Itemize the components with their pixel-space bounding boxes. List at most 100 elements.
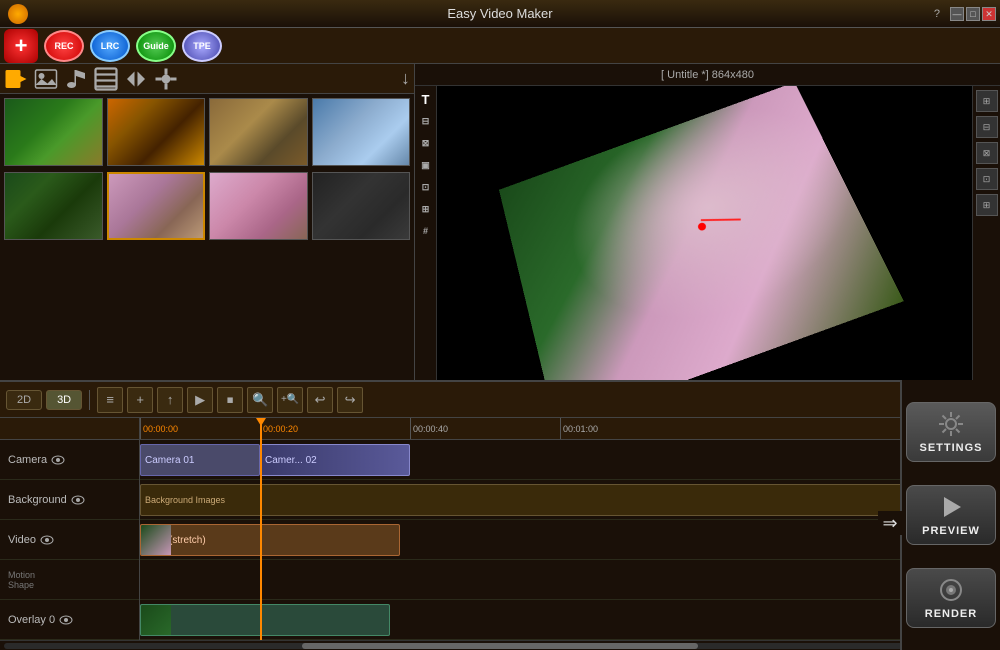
render-icon [937,576,965,604]
video-visibility-toggle[interactable] [40,533,54,547]
render-button[interactable]: RENDER [906,568,996,628]
preview-title: [ Untitle *] 864x480 [415,64,1000,86]
background-label: Background [8,494,67,506]
tl-stop-button[interactable]: ⏹ [217,387,243,413]
preview-play-icon [937,493,965,521]
preview-button[interactable]: PREVIEW [906,485,996,545]
tl-undo-button[interactable]: ↩ [307,387,333,413]
settings-label: SETTINGS [919,442,982,454]
align-right-button[interactable]: ▣ [417,156,435,174]
minimize-button[interactable]: — [950,7,964,21]
ruler-mark-60: 00:01:00 [560,418,598,439]
grid-view-1-button[interactable]: ⊞ [976,90,998,112]
media-photo-btn[interactable] [34,67,58,91]
lrc-button[interactable]: LRC [90,30,130,62]
tl-zoom-in-button[interactable]: +🔍 [277,387,303,413]
thumbnail-item[interactable] [209,172,308,240]
tpe-button[interactable]: TPE [182,30,222,62]
media-image-btn[interactable] [94,67,118,91]
media-transition-btn[interactable] [124,67,148,91]
close-button[interactable]: ✕ [982,7,996,21]
overlay0-clip[interactable] [140,604,390,636]
thumbnail-item[interactable] [209,98,308,166]
ruler-mark-0: 00:00:00 [140,418,178,439]
thumbnail-item[interactable] [4,98,103,166]
tracking-line [701,218,741,221]
track-content[interactable]: 00:00:00 00:00:20 00:00:40 00:01:00 Came… [140,418,1000,640]
background-clip[interactable]: Background Images [140,484,992,516]
media-video-btn[interactable] [4,67,28,91]
preview-label: PREVIEW [922,525,980,537]
background-visibility-toggle[interactable] [71,493,85,507]
media-audio-btn[interactable] [64,67,88,91]
app-logo [8,4,28,24]
overlay0-track-row [140,600,1000,640]
video-clip-thumb [141,525,171,556]
thumbnail-item[interactable] [312,172,411,240]
preview-title-text: [ Untitle *] 864x480 [661,69,754,81]
align-bottom-button[interactable]: ⊞ [417,200,435,218]
scrollbar-thumb[interactable] [302,643,699,649]
video-clip[interactable]: (stretch) [140,524,400,556]
tl-play-button[interactable]: ▶ [187,387,213,413]
ruler-corner [0,418,139,440]
tl-add-button[interactable]: + [127,387,153,413]
preview-video-display [499,86,904,428]
text-tool-button[interactable]: T [417,90,435,108]
add-button[interactable]: + [4,29,38,63]
thumbnail-item[interactable] [4,172,103,240]
thumbnail-item[interactable] [107,98,206,166]
align-center-button[interactable]: ⊠ [417,134,435,152]
time-ruler: 00:00:00 00:00:20 00:00:40 00:01:00 [140,418,1000,440]
media-plugin-btn[interactable] [154,67,178,91]
overlay0-visibility-toggle[interactable] [59,613,73,627]
grid-view-2-button[interactable]: ⊟ [976,116,998,138]
thumbnail-item-selected[interactable] [107,172,206,240]
mode-2d-button[interactable]: 2D [6,390,42,410]
tl-zoom-out-button[interactable]: 🔍 [247,387,273,413]
shape-label: Shape [8,580,35,590]
track-labels: Camera Background Video [0,418,140,640]
toolbar-separator [89,390,90,410]
align-top-button[interactable]: ⊡ [417,178,435,196]
track-label-overlay0: Overlay 0 [0,600,139,640]
tl-list-button[interactable]: ≡ [97,387,123,413]
tl-upload-button[interactable]: ↑ [157,387,183,413]
guide-button[interactable]: Guide [136,30,176,62]
motion-shape-label-col: Motion Shape [8,570,35,590]
grid-view-5-button[interactable]: ⊞ [976,194,998,216]
maximize-button[interactable]: □ [966,7,980,21]
grid-view-3-button[interactable]: ⊠ [976,142,998,164]
camera-clip-1[interactable]: Camera 01 [140,444,260,476]
download-button[interactable]: ↓ [401,68,410,89]
video-track-row: (stretch) [140,520,1000,560]
preview-video-inner [499,86,904,428]
ruler-mark-20: 00:00:20 [260,418,298,439]
camera-visibility-toggle[interactable] [51,453,65,467]
background-track-row: Background Images [140,480,1000,520]
track-label-camera: Camera [0,440,139,480]
timeline-scrollbar[interactable] [0,640,1000,650]
settings-button[interactable]: SETTINGS [906,402,996,462]
timeline-body: Camera Background Video [0,418,1000,640]
track-label-background: Background [0,480,139,520]
scrollbar-track[interactable] [4,643,996,649]
motion-shape-track-row [140,560,1000,600]
grid-button[interactable]: # [417,222,435,240]
overlay0-label: Overlay 0 [8,614,55,626]
ruler-mark-40: 00:00:40 [410,418,448,439]
camera-track-row: Camera 01 Camer... 02 [140,440,1000,480]
overlay0-clip-thumb [141,605,171,636]
tl-redo-button[interactable]: ↪ [337,387,363,413]
camera-label: Camera [8,454,47,466]
grid-view-4-button[interactable]: ⊡ [976,168,998,190]
thumbnail-item[interactable] [312,98,411,166]
rec-button[interactable]: REC [44,30,84,62]
camera-clip-2[interactable]: Camer... 02 [260,444,410,476]
track-label-motion-shape: Motion Shape [0,560,139,600]
help-button[interactable]: ? [934,8,940,20]
mode-3d-button[interactable]: 3D [46,390,82,410]
align-left-button[interactable]: ⊟ [417,112,435,130]
timeline-topbar: 2D 3D ≡ + ↑ ▶ ⏹ 🔍 +🔍 ↩ ↪ [0,382,1000,418]
video-label: Video [8,534,36,546]
